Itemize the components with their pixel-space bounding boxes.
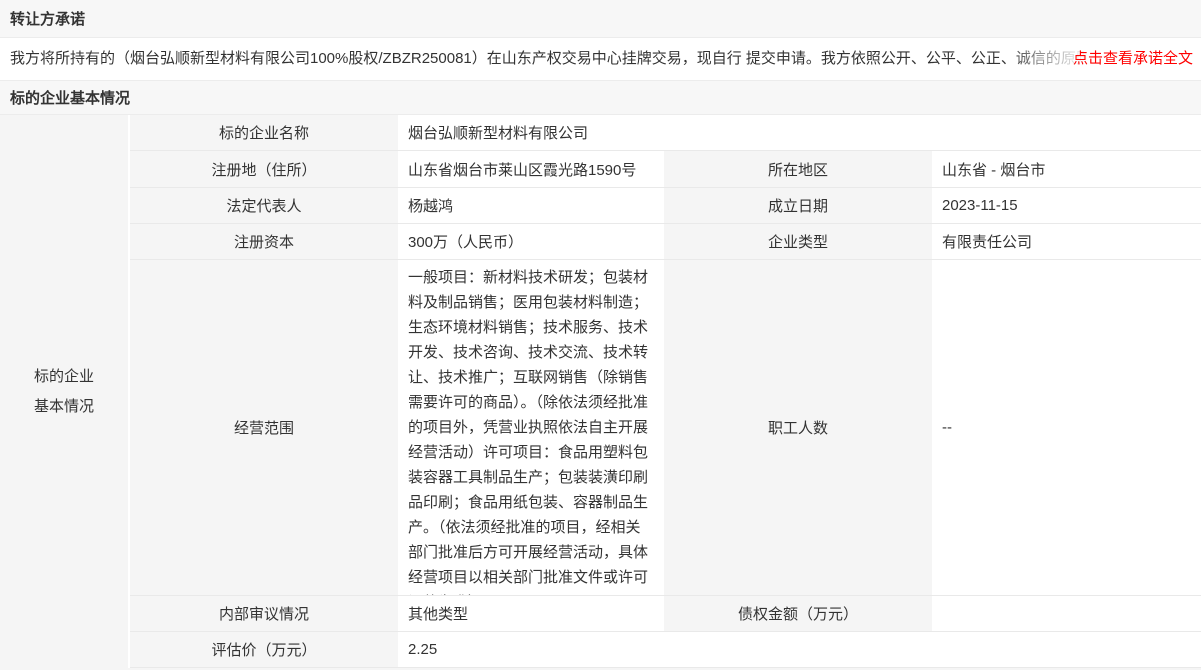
establish-date-label: 成立日期 (664, 188, 932, 224)
group-label-cell: 标的企业 基本情况 (0, 115, 130, 668)
page: 转让方承诺 我方将所持有的（烟台弘顺新型材料有限公司100%股权/ZBZR250… (0, 0, 1201, 670)
company-name-value: 烟台弘顺新型材料有限公司 (398, 115, 1201, 151)
region-value: 山东省 - 烟台市 (932, 151, 1201, 188)
registered-capital-value: 300万（人民币） (398, 224, 664, 260)
company-type-value: 有限责任公司 (932, 224, 1201, 260)
basic-info-table: 标的企业 基本情况 标的企业名称 烟台弘顺新型材料有限公司 注册地（住所） 山东… (0, 115, 1201, 668)
region-label: 所在地区 (664, 151, 932, 188)
transferor-commitment-header: 转让方承诺 (0, 0, 1201, 38)
company-type-label: 企业类型 (664, 224, 932, 260)
employee-count-value: -- (932, 260, 1201, 596)
basic-info-header: 标的企业基本情况 (0, 80, 1201, 115)
registered-capital-label: 注册资本 (130, 224, 398, 260)
business-scope-label: 经营范围 (130, 260, 398, 596)
legal-representative-value: 杨越鸿 (398, 188, 664, 224)
legal-representative-label: 法定代表人 (130, 188, 398, 224)
internal-review-label: 内部审议情况 (130, 596, 398, 632)
company-name-label: 标的企业名称 (130, 115, 398, 151)
appraisal-price-value: 2.25 (398, 632, 1201, 668)
internal-review-value: 其他类型 (398, 596, 664, 632)
transferor-commitment-title: 转让方承诺 (10, 8, 85, 29)
commitment-bar: 我方将所持有的（烟台弘顺新型材料有限公司100%股权/ZBZR250081）在山… (0, 38, 1201, 80)
debt-amount-value (932, 596, 1201, 632)
registered-address-label: 注册地（住所） (130, 151, 398, 188)
basic-info-title: 标的企业基本情况 (10, 87, 130, 108)
employee-count-label: 职工人数 (664, 260, 932, 596)
appraisal-price-label: 评估价（万元） (130, 632, 398, 668)
registered-address-value: 山东省烟台市莱山区霞光路1590号 (398, 151, 664, 188)
establish-date-value: 2023-11-15 (932, 188, 1201, 224)
group-label-line1: 标的企业 (34, 362, 94, 392)
business-scope-value: 一般项目：新材料技术研发；包装材料及制品销售；医用包装材料制造；生态环境材料销售… (398, 260, 664, 596)
debt-amount-label: 债权金额（万元） (664, 596, 932, 632)
group-label-line2: 基本情况 (34, 392, 94, 422)
view-full-commitment-link[interactable]: 点击查看承诺全文 (1003, 38, 1193, 80)
